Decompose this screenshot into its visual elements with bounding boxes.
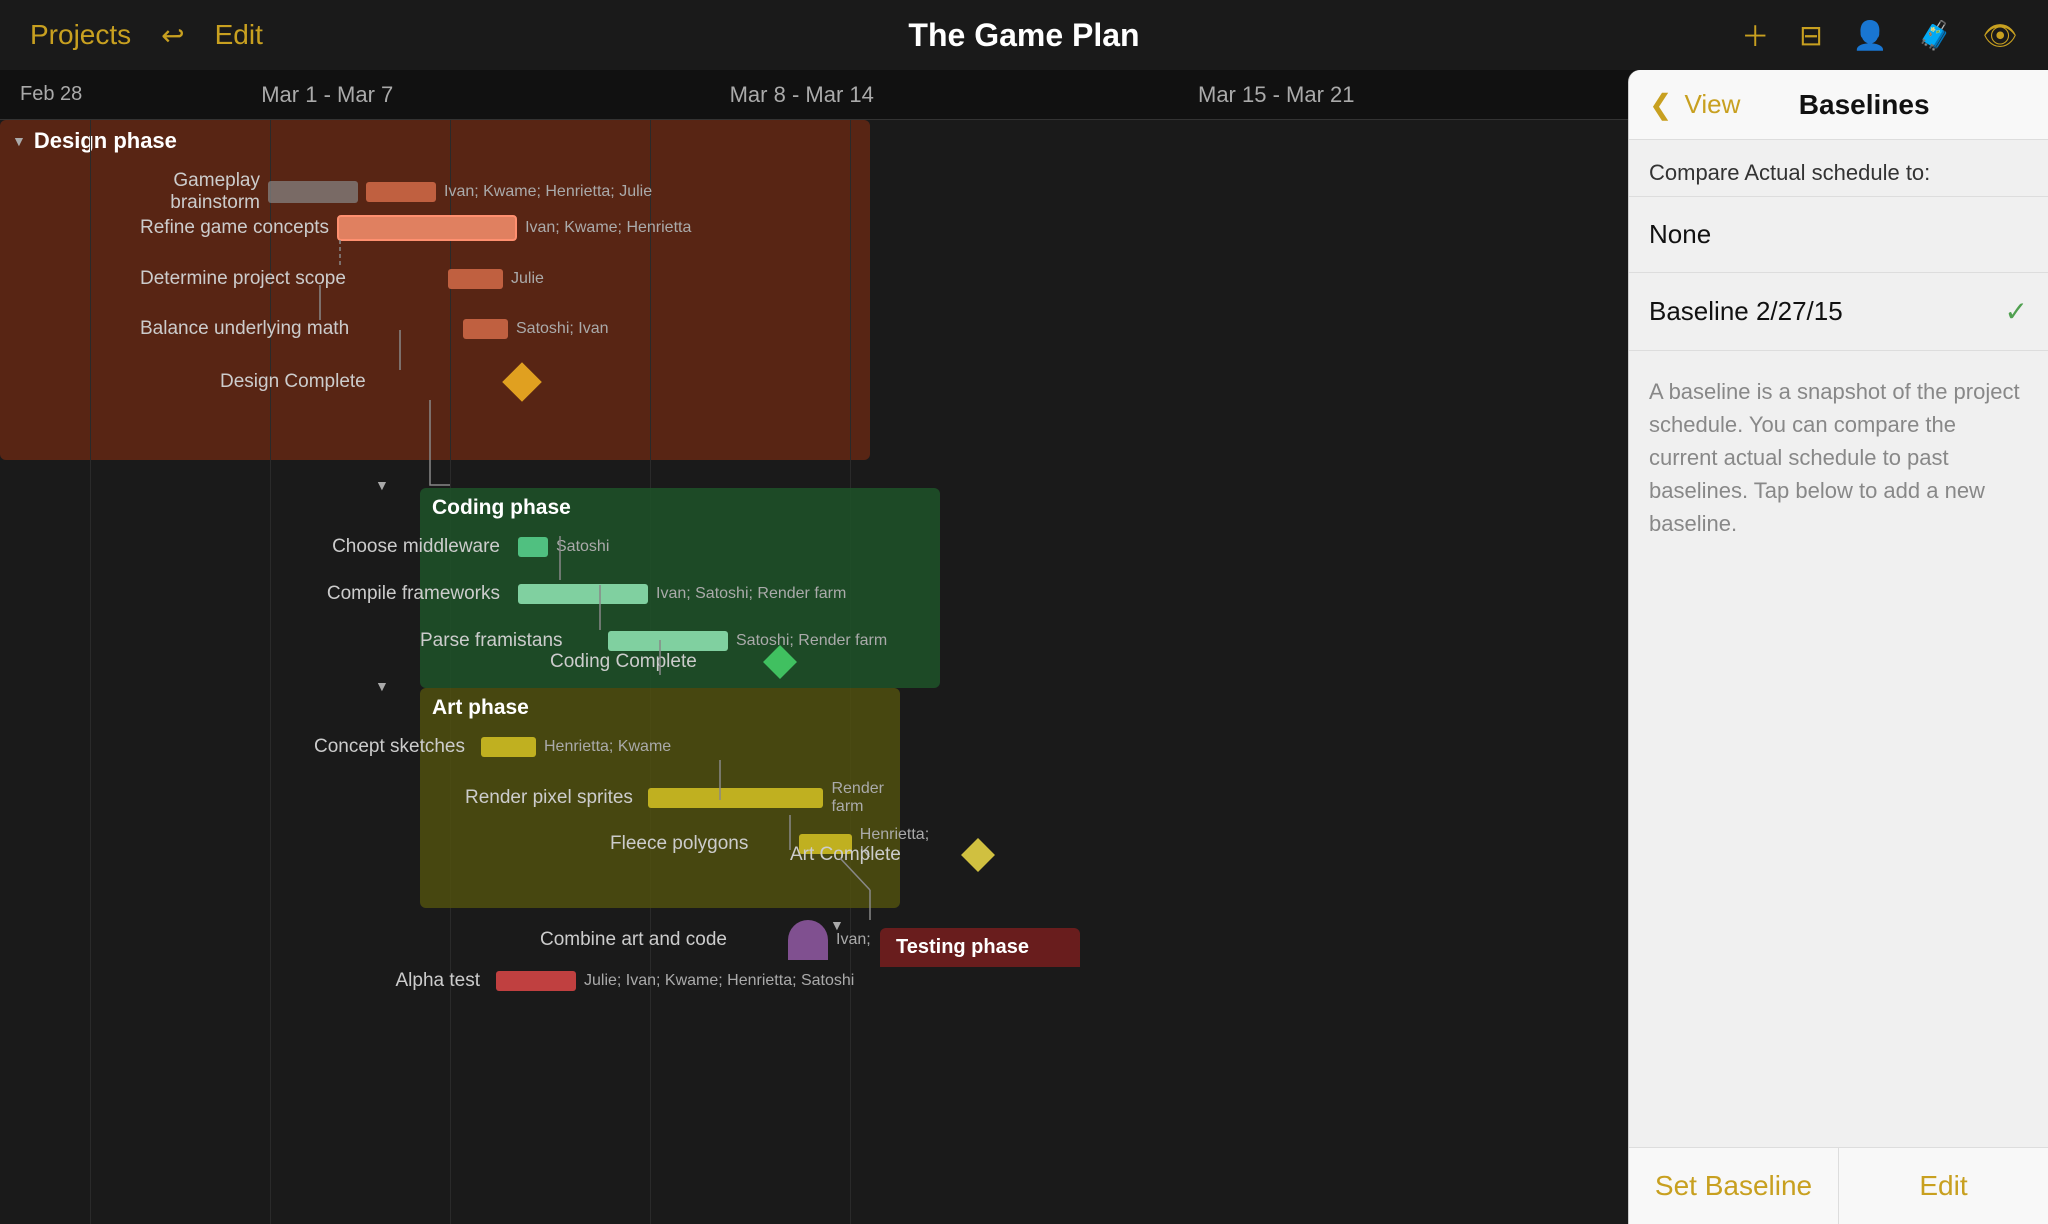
task-assignees-parse: Satoshi; Render farm bbox=[736, 632, 887, 650]
task-row-refine: Refine game concepts Ivan; Kwame; Henrie… bbox=[140, 215, 691, 241]
task-bar-combine[interactable] bbox=[788, 920, 828, 960]
task-bar-compile[interactable] bbox=[518, 584, 648, 604]
task-name-art-complete: Art Complete bbox=[790, 844, 950, 866]
task-name-parse: Parse framistans bbox=[420, 630, 600, 652]
milestone-design-complete bbox=[502, 362, 542, 402]
task-row-coding-complete: Coding Complete bbox=[550, 650, 792, 674]
task-row-alpha: Alpha test Julie; Ivan; Kwame; Henrietta… bbox=[300, 970, 854, 992]
back-button[interactable]: ↩ bbox=[161, 19, 184, 52]
page-title: The Game Plan bbox=[908, 17, 1139, 54]
task-row-gameplay: Gameplay brainstorm Ivan; Kwame; Henriet… bbox=[80, 170, 652, 214]
layers-icon[interactable]: ⊟ bbox=[1799, 19, 1822, 52]
person-icon[interactable]: 👤 bbox=[1853, 19, 1888, 52]
task-name-fleece: Fleece polygons bbox=[610, 833, 791, 855]
task-row-parse: Parse framistans Satoshi; Render farm bbox=[420, 630, 887, 652]
top-nav: Projects ↩ Edit The Game Plan ＋ ⊟ 👤 🧳 👁 bbox=[0, 0, 2048, 70]
task-assignees-middleware: Satoshi bbox=[556, 538, 609, 556]
check-icon: ✓ bbox=[2005, 295, 2028, 328]
task-name-gameplay: Gameplay brainstorm bbox=[80, 170, 260, 214]
task-name-sketches: Concept sketches bbox=[275, 736, 465, 758]
option-baseline-label: Baseline 2/27/15 bbox=[1649, 296, 1843, 327]
design-collapse-triangle[interactable]: ▼ bbox=[12, 133, 26, 149]
projects-button[interactable]: Projects bbox=[30, 19, 131, 51]
coding-phase-label: Coding phase bbox=[432, 496, 571, 519]
art-phase-block: Art phase Concept sketches Henrietta; Kw… bbox=[420, 688, 900, 908]
panel-footer: Set Baseline Edit bbox=[1629, 1147, 2048, 1224]
set-baseline-button[interactable]: Set Baseline bbox=[1629, 1148, 1838, 1224]
edit-button-panel[interactable]: Edit bbox=[1838, 1148, 2048, 1224]
task-assignees-scope: Julie bbox=[511, 270, 544, 288]
add-icon[interactable]: ＋ bbox=[1741, 15, 1769, 55]
panel-view-label[interactable]: View bbox=[1684, 89, 1740, 120]
nav-icons: ＋ ⊟ 👤 🧳 👁 bbox=[1741, 15, 2018, 55]
task-name-scope: Determine project scope bbox=[140, 268, 380, 290]
gantt-area: ▼ Design phase Gameplay brainstorm Ivan;… bbox=[0, 120, 1628, 1224]
testing-phase-block: Testing phase bbox=[880, 928, 1080, 967]
task-bar-parse[interactable] bbox=[608, 631, 728, 651]
date-col-1: Mar 1 - Mar 7 bbox=[90, 82, 565, 108]
milestone-art-complete bbox=[961, 838, 995, 872]
milestone-coding-complete bbox=[763, 645, 797, 679]
eye-icon[interactable]: 👁 bbox=[1982, 19, 2018, 52]
art-collapse-indicator[interactable]: ▼ bbox=[375, 678, 389, 696]
edit-button[interactable]: Edit bbox=[215, 19, 263, 51]
task-assignees-alpha: Julie; Ivan; Kwame; Henrietta; Satoshi bbox=[584, 972, 854, 990]
panel-back-button[interactable]: ❮ bbox=[1649, 88, 1672, 121]
task-name-alpha: Alpha test bbox=[300, 970, 480, 992]
panel-title: Baselines bbox=[1799, 89, 1970, 121]
testing-phase-label: Testing phase bbox=[896, 936, 1029, 959]
option-baseline[interactable]: Baseline 2/27/15 ✓ bbox=[1629, 273, 2048, 351]
task-bar-alpha[interactable] bbox=[496, 971, 576, 991]
baselines-panel: ❮ View Baselines Compare Actual schedule… bbox=[1628, 70, 2048, 1224]
testing-collapse-indicator[interactable]: ▼ bbox=[830, 917, 844, 935]
grid-line-0 bbox=[90, 120, 91, 1224]
coding-collapse-indicator[interactable]: ▼ bbox=[375, 477, 389, 495]
task-bar-math[interactable] bbox=[463, 319, 508, 339]
task-name-middleware: Choose middleware bbox=[300, 536, 500, 558]
task-row-sketches: Concept sketches Henrietta; Kwame bbox=[275, 736, 671, 758]
date-col-3: Mar 15 - Mar 21 bbox=[1039, 82, 1514, 108]
task-row-scope: Determine project scope Julie bbox=[140, 268, 544, 290]
task-bar-gameplay[interactable] bbox=[366, 182, 436, 202]
briefcase-icon[interactable]: 🧳 bbox=[1918, 19, 1953, 52]
task-row-combine: Combine art and code Ivan; bbox=[540, 920, 871, 960]
task-row-design-complete: Design Complete bbox=[220, 368, 536, 396]
task-bar-refine[interactable] bbox=[337, 215, 517, 241]
task-row-middleware: Choose middleware Satoshi bbox=[300, 536, 609, 558]
task-assignees-math: Satoshi; Ivan bbox=[516, 320, 609, 338]
task-bar-middleware[interactable] bbox=[518, 537, 548, 557]
task-name-sprites: Render pixel sprites bbox=[465, 787, 640, 809]
task-bar-sprites[interactable] bbox=[648, 788, 823, 808]
task-bar-scope[interactable] bbox=[448, 269, 503, 289]
task-row-sprites: Render pixel sprites Render farm bbox=[465, 780, 913, 816]
task-name-design-complete: Design Complete bbox=[220, 371, 410, 393]
task-row-math: Balance underlying math Satoshi; Ivan bbox=[140, 318, 609, 340]
task-bar-sketches[interactable] bbox=[481, 737, 536, 757]
date-col-2: Mar 8 - Mar 14 bbox=[565, 82, 1040, 108]
task-name-combine: Combine art and code bbox=[540, 929, 780, 951]
panel-description: A baseline is a snapshot of the project … bbox=[1629, 351, 2048, 1147]
option-none[interactable]: None bbox=[1629, 197, 2048, 273]
task-name-coding-complete: Coding Complete bbox=[550, 651, 730, 673]
task-name-math: Balance underlying math bbox=[140, 318, 410, 340]
date-col-0: Feb 28 bbox=[0, 83, 90, 106]
design-phase-label: Design phase bbox=[34, 128, 177, 154]
task-assignees-compile: Ivan; Satoshi; Render farm bbox=[656, 585, 846, 603]
task-assignees-sprites: Render farm bbox=[831, 780, 913, 816]
design-phase-block: ▼ Design phase Gameplay brainstorm Ivan;… bbox=[0, 120, 870, 460]
task-name-refine: Refine game concepts bbox=[140, 217, 329, 239]
art-phase-label: Art phase bbox=[432, 696, 529, 719]
task-assignees-sketches: Henrietta; Kwame bbox=[544, 738, 671, 756]
task-row-art-complete: Art Complete bbox=[790, 843, 990, 867]
task-name-compile: Compile frameworks bbox=[300, 583, 500, 605]
task-bar-gameplay-baseline bbox=[268, 181, 358, 203]
coding-phase-block: Coding phase Choose middleware Satoshi C… bbox=[420, 488, 940, 688]
panel-header: ❮ View Baselines bbox=[1629, 70, 2048, 140]
task-assignees-refine: Ivan; Kwame; Henrietta bbox=[525, 219, 691, 237]
task-row-compile: Compile frameworks Ivan; Satoshi; Render… bbox=[300, 583, 846, 605]
task-assignees-gameplay: Ivan; Kwame; Henrietta; Julie bbox=[444, 183, 652, 201]
compare-label: Compare Actual schedule to: bbox=[1629, 140, 2048, 197]
option-none-label: None bbox=[1649, 219, 1711, 250]
